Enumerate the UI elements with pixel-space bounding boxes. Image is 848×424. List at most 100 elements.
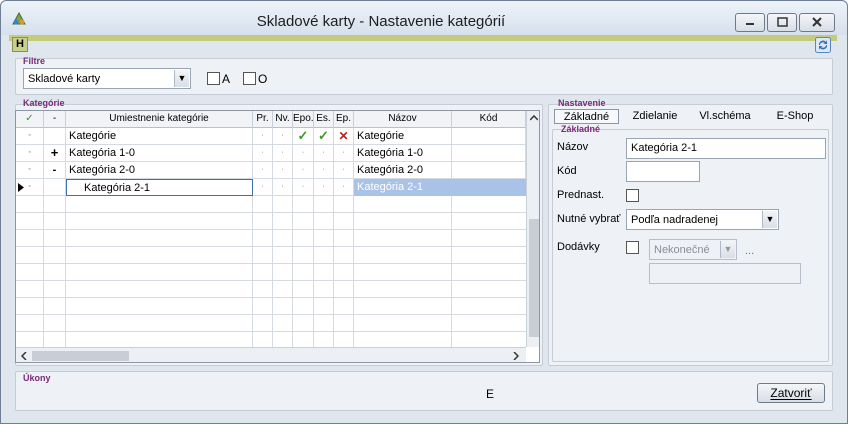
minimize-icon — [746, 23, 754, 25]
h-button[interactable]: H — [12, 37, 28, 52]
cell-placement: Kategórie — [66, 128, 253, 145]
horizontal-scrollbar[interactable] — [16, 347, 526, 362]
table-row-selected[interactable]: ◦ Kategória 2-1 · · · · · Kategória 2-1 — [16, 179, 526, 196]
cell-epo[interactable]: · — [293, 179, 314, 196]
refresh-icon[interactable] — [815, 37, 831, 53]
col-code[interactable]: Kód — [452, 111, 526, 128]
dodavky-more-button[interactable]: ... — [745, 245, 754, 257]
col-pr[interactable]: Pr. — [253, 111, 273, 128]
cell-ep[interactable]: · — [334, 162, 354, 179]
filter-combo-value: Skladové karty — [28, 73, 101, 85]
close-button[interactable]: Zatvoriť — [757, 383, 825, 403]
col-ep[interactable]: Ep. — [334, 111, 354, 128]
expand-icon[interactable]: + — [44, 145, 66, 162]
col-es[interactable]: Es. — [314, 111, 334, 128]
categories-label: Kategórie — [23, 98, 65, 108]
scroll-right-icon[interactable] — [513, 352, 519, 360]
filter-combo[interactable]: Skladové karty ▼ — [23, 68, 191, 89]
tab-zdielanie[interactable]: Zdielanie — [626, 109, 684, 124]
tab-eshop[interactable]: E-Shop — [771, 109, 819, 124]
categories-grid[interactable]: ✓ - Umiestnenie kategórie Pr. Nv. Epo. E… — [15, 110, 540, 363]
table-row[interactable]: ◦ + Kategória 1-0 · · · · · Kategória 1-… — [16, 145, 526, 162]
cell-epo[interactable]: · — [293, 145, 314, 162]
dodavky-field — [649, 263, 801, 284]
cell-pr[interactable]: · — [253, 145, 273, 162]
cell-ep[interactable]: · — [334, 179, 354, 196]
nutne-combo-value: Podľa nadradenej — [631, 214, 719, 226]
actions-group — [15, 371, 833, 411]
vertical-scroll-thumb[interactable] — [529, 219, 539, 337]
code-field[interactable] — [626, 161, 700, 182]
cell-es[interactable]: · — [314, 179, 334, 196]
minimize-button[interactable] — [735, 13, 765, 32]
scroll-up-icon[interactable] — [530, 115, 538, 121]
row-selector[interactable]: ◦ — [16, 162, 44, 179]
chevron-down-icon[interactable]: ▼ — [174, 70, 189, 87]
row-selector[interactable]: ◦ — [16, 145, 44, 162]
cell-name: Kategórie — [354, 128, 452, 145]
cell-es[interactable]: · — [314, 162, 334, 179]
checkbox-o[interactable] — [243, 72, 256, 85]
tree-toggle[interactable] — [44, 128, 66, 145]
checkbox-a[interactable] — [207, 72, 220, 85]
cell-nv[interactable]: · — [273, 145, 293, 162]
check-icon[interactable]: ✓ — [293, 128, 314, 145]
cell-code — [452, 145, 526, 162]
row-selector[interactable]: ◦ — [16, 128, 44, 145]
cell-placement: Kategória 2-0 — [66, 162, 253, 179]
tab-vlschema[interactable]: Vl.schéma — [693, 109, 757, 124]
prednast-checkbox[interactable] — [626, 189, 639, 202]
name-field[interactable]: Kategória 2-1 — [626, 138, 826, 159]
window-title: Skladové karty - Nastavenie kategórií — [256, 13, 506, 30]
col-name[interactable]: Názov — [354, 111, 452, 128]
accent-bar — [9, 35, 837, 41]
code-label: Kód — [557, 165, 577, 177]
settings-label: Nastavenie — [558, 98, 606, 108]
close-window-button[interactable] — [799, 13, 835, 32]
cell-pr[interactable]: · — [253, 128, 273, 145]
col-check[interactable]: ✓ — [16, 111, 44, 128]
col-nv[interactable]: Nv. — [273, 111, 293, 128]
horizontal-scroll-thumb[interactable] — [32, 351, 129, 361]
tree-toggle[interactable] — [44, 179, 66, 196]
dodavky-combo-value: Nekonečné — [654, 244, 710, 256]
vertical-scrollbar[interactable] — [526, 111, 539, 347]
cell-es[interactable]: · — [314, 145, 334, 162]
actions-label: Úkony — [23, 373, 51, 383]
col-placement[interactable]: Umiestnenie kategórie — [66, 111, 253, 128]
col-tree[interactable]: - — [44, 111, 66, 128]
grid-header: ✓ - Umiestnenie kategórie Pr. Nv. Epo. E… — [16, 111, 526, 128]
check-icon[interactable]: ✓ — [314, 128, 334, 145]
table-row[interactable]: ◦ Kategórie · · ✓ ✓ ✕ Kategórie — [16, 128, 526, 145]
cell-ep[interactable]: · — [334, 145, 354, 162]
cell-name: Kategória 2-0 — [354, 162, 452, 179]
maximize-button[interactable] — [767, 13, 797, 32]
cross-icon[interactable]: ✕ — [334, 128, 354, 145]
actions-center-text: E — [486, 387, 495, 401]
nutne-label: Nutné vybrať — [557, 213, 621, 225]
row-selector[interactable]: ◦ — [16, 179, 44, 196]
table-row[interactable]: ◦ - Kategória 2-0 · · · · · Kategória 2-… — [16, 162, 526, 179]
nutne-combo[interactable]: Podľa nadradenej ▼ — [626, 209, 779, 230]
chevron-down-icon[interactable]: ▼ — [762, 211, 777, 228]
scroll-left-icon[interactable] — [21, 352, 27, 360]
cell-nv[interactable]: · — [273, 179, 293, 196]
maximize-icon — [777, 17, 788, 27]
collapse-icon[interactable]: - — [44, 162, 66, 179]
chevron-down-icon[interactable]: ▼ — [720, 241, 735, 258]
cell-nv[interactable]: · — [273, 128, 293, 145]
tab-zakladne[interactable]: Základné — [554, 109, 619, 124]
cell-pr[interactable]: · — [253, 162, 273, 179]
grid-lines — [16, 196, 526, 347]
col-epo[interactable]: Epo. — [293, 111, 314, 128]
cell-nv[interactable]: · — [273, 162, 293, 179]
title-bar: Skladové karty - Nastavenie kategórií — [1, 1, 847, 35]
dodavky-checkbox[interactable] — [626, 241, 639, 254]
name-label: Názov — [557, 141, 589, 153]
cell-pr[interactable]: · — [253, 179, 273, 196]
cell-placement[interactable]: Kategória 2-1 — [66, 179, 253, 196]
checkbox-a-label: A — [222, 72, 231, 86]
dodavky-combo[interactable]: Nekonečné ▼ — [649, 239, 737, 260]
cell-epo[interactable]: · — [293, 162, 314, 179]
checkbox-o-label: O — [258, 72, 268, 86]
